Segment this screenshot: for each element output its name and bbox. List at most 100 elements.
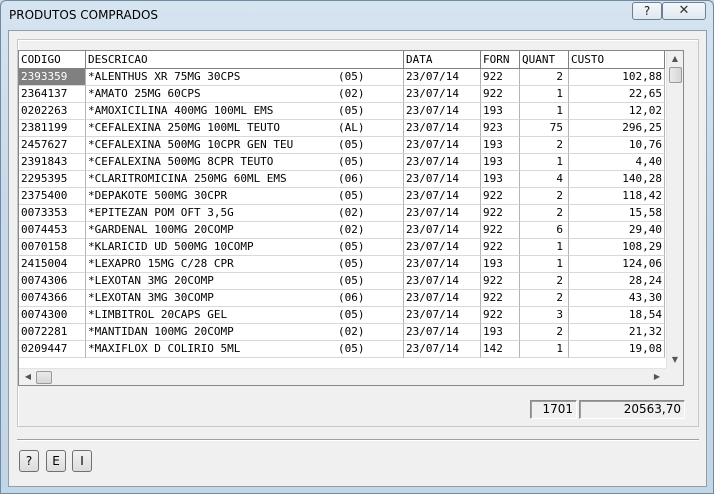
description-code: (05) bbox=[338, 257, 365, 270]
cell-codigo: 2457627 bbox=[19, 137, 86, 154]
table-row[interactable]: 0074453 *GARDENAL 100MG 20COMP (02) 23/07/1… bbox=[19, 222, 665, 239]
title-help-button[interactable]: ? bbox=[632, 2, 662, 20]
table-row[interactable]: 0074366 *LEXOTAN 3MG 30COMP (06) 23/07/14 92… bbox=[19, 290, 665, 307]
cell-forn: 193 bbox=[481, 103, 520, 120]
dialog-client-area: CODIGO DESCRICAO DATA FORN QUANT CUSTO 2… bbox=[8, 30, 707, 487]
cell-custo: 140,28 bbox=[569, 171, 665, 188]
cell-quant: 2 bbox=[520, 137, 569, 154]
cell-codigo: 2364137 bbox=[19, 86, 86, 103]
cell-forn: 922 bbox=[481, 290, 520, 307]
cell-descricao: *CEFALEXINA 500MG 8CPR TEUTO (05) bbox=[86, 154, 404, 171]
cell-custo: 4,40 bbox=[569, 154, 665, 171]
table-row[interactable]: 0074300 *LIMBITROL 20CAPS GEL (05) 23/07/14… bbox=[19, 307, 665, 324]
e-button[interactable]: E bbox=[46, 450, 66, 472]
table-row[interactable]: 2295395 *CLARITROMICINA 250MG 60ML EMS (06… bbox=[19, 171, 665, 188]
horizontal-scroll-thumb[interactable] bbox=[36, 371, 52, 384]
table-row[interactable]: 2391843 *CEFALEXINA 500MG 8CPR TEUTO (05) 2… bbox=[19, 154, 665, 171]
cell-codigo: 0209447 bbox=[19, 341, 86, 358]
cell-codigo: 0070158 bbox=[19, 239, 86, 256]
description-code: (06) bbox=[338, 172, 365, 185]
cell-descricao: *AMOXICILINA 400MG 100ML EMS (05) bbox=[86, 103, 404, 120]
cell-codigo: 0074366 bbox=[19, 290, 86, 307]
description-code: (05) bbox=[338, 274, 365, 287]
description-code: (05) bbox=[338, 308, 365, 321]
description-name: *LEXOTAN 3MG 20COMP bbox=[88, 274, 214, 287]
cell-forn: 922 bbox=[481, 205, 520, 222]
cell-custo: 15,58 bbox=[569, 205, 665, 222]
table-row[interactable]: 0074306 *LEXOTAN 3MG 20COMP (05) 23/07/14 92… bbox=[19, 273, 665, 290]
description-name: *AMATO 25MG 60CPS bbox=[88, 87, 201, 100]
horizontal-scrollbar[interactable]: ◀ ▶ bbox=[19, 368, 666, 385]
help-button[interactable]: ? bbox=[19, 450, 39, 472]
scroll-left-icon[interactable]: ◀ bbox=[20, 370, 36, 384]
cell-descricao: *AMATO 25MG 60CPS (02) bbox=[86, 86, 404, 103]
cell-forn: 922 bbox=[481, 222, 520, 239]
cell-forn: 922 bbox=[481, 239, 520, 256]
vertical-scrollbar[interactable]: ▲ ▼ bbox=[666, 51, 683, 368]
cell-codigo: 2391843 bbox=[19, 154, 86, 171]
i-button[interactable]: I bbox=[72, 450, 92, 472]
table-row[interactable]: 0202263 *AMOXICILINA 400MG 100ML EMS (05) 2… bbox=[19, 103, 665, 120]
table-row[interactable]: 2381199 *CEFALEXINA 250MG 100ML TEUTO (AL)… bbox=[19, 120, 665, 137]
cell-data: 23/07/14 bbox=[404, 205, 481, 222]
cell-quant: 1 bbox=[520, 103, 569, 120]
cell-descricao: *LEXOTAN 3MG 30COMP (06) bbox=[86, 290, 404, 307]
description-name: *EPITEZAN POM OFT 3,5G bbox=[88, 206, 234, 219]
column-header-quant[interactable]: QUANT bbox=[520, 51, 569, 68]
cell-data: 23/07/14 bbox=[404, 341, 481, 358]
description-code: (02) bbox=[338, 206, 365, 219]
table-row[interactable]: 2415004 *LEXAPRO 15MG C/28 CPR (05) 23/07/1… bbox=[19, 256, 665, 273]
title-bar[interactable]: PRODUTOS COMPRADOS ? ✕ bbox=[1, 1, 713, 29]
cell-data: 23/07/14 bbox=[404, 171, 481, 188]
cell-custo: 118,42 bbox=[569, 188, 665, 205]
cell-custo: 22,65 bbox=[569, 86, 665, 103]
table-row[interactable]: 0209447 *MAXIFLOX D COLIRIO 5ML (05) 23/07/… bbox=[19, 341, 665, 358]
products-grid[interactable]: CODIGO DESCRICAO DATA FORN QUANT CUSTO 2… bbox=[18, 50, 684, 386]
description-name: *GARDENAL 100MG 20COMP bbox=[88, 223, 234, 236]
cell-quant: 2 bbox=[520, 290, 569, 307]
cell-custo: 19,08 bbox=[569, 341, 665, 358]
table-row[interactable]: 2457627 *CEFALEXINA 500MG 10CPR GEN TEU (0… bbox=[19, 137, 665, 154]
scroll-down-icon[interactable]: ▼ bbox=[667, 353, 683, 367]
cell-descricao: *EPITEZAN POM OFT 3,5G (02) bbox=[86, 205, 404, 222]
cell-quant: 2 bbox=[520, 273, 569, 290]
column-header-custo[interactable]: CUSTO bbox=[569, 51, 665, 68]
cell-quant: 1 bbox=[520, 256, 569, 273]
description-code: (02) bbox=[338, 87, 365, 100]
description-name: *AMOXICILINA 400MG 100ML EMS bbox=[88, 104, 274, 117]
cell-forn: 922 bbox=[481, 188, 520, 205]
table-row[interactable]: 2393359 *ALENTHUS XR 75MG 30CPS (05) 23/07/… bbox=[19, 69, 665, 86]
column-header-data[interactable]: DATA bbox=[404, 51, 481, 68]
description-name: *LEXAPRO 15MG C/28 CPR bbox=[88, 257, 234, 270]
description-code: (05) bbox=[338, 342, 365, 355]
table-row[interactable]: 2375400 *DEPAKOTE 500MG 30CPR (05) 23/07/14… bbox=[19, 188, 665, 205]
table-row[interactable]: 0073353 *EPITEZAN POM OFT 3,5G (02) 23/07/1… bbox=[19, 205, 665, 222]
column-header-codigo[interactable]: CODIGO bbox=[19, 51, 86, 68]
cell-descricao: *GARDENAL 100MG 20COMP (02) bbox=[86, 222, 404, 239]
divider bbox=[17, 439, 699, 441]
cell-codigo[interactable]: 2393359 bbox=[19, 69, 86, 86]
window: PRODUTOS COMPRADOS ? ✕ CODIGO DESCRICAO … bbox=[0, 0, 714, 494]
cell-custo: 43,30 bbox=[569, 290, 665, 307]
cell-custo: 124,06 bbox=[569, 256, 665, 273]
table-row[interactable]: 0072281 *MANTIDAN 100MG 20COMP (02) 23/07/1… bbox=[19, 324, 665, 341]
table-row[interactable]: 0070158 *KLARICID UD 500MG 10COMP (05) 23/0… bbox=[19, 239, 665, 256]
column-header-descricao[interactable]: DESCRICAO bbox=[86, 51, 404, 68]
column-header-forn[interactable]: FORN bbox=[481, 51, 520, 68]
table-row[interactable]: 2364137 *AMATO 25MG 60CPS (02) 23/07/14 922 1… bbox=[19, 86, 665, 103]
scroll-up-icon[interactable]: ▲ bbox=[667, 52, 683, 66]
cell-forn: 922 bbox=[481, 69, 520, 86]
description-name: *ALENTHUS XR 75MG 30CPS bbox=[88, 70, 241, 83]
close-button[interactable]: ✕ bbox=[662, 2, 706, 20]
vertical-scroll-thumb[interactable] bbox=[669, 67, 682, 83]
scroll-right-icon[interactable]: ▶ bbox=[649, 370, 665, 384]
description-name: *KLARICID UD 500MG 10COMP bbox=[88, 240, 254, 253]
description-code: (05) bbox=[338, 240, 365, 253]
custo-total-field: 20563,70 bbox=[579, 400, 685, 419]
description-code: (02) bbox=[338, 325, 365, 338]
cell-custo: 10,76 bbox=[569, 137, 665, 154]
cell-quant: 3 bbox=[520, 307, 569, 324]
description-name: *MAXIFLOX D COLIRIO 5ML bbox=[88, 342, 241, 355]
cell-forn: 193 bbox=[481, 324, 520, 341]
description-code: (05) bbox=[338, 189, 365, 202]
